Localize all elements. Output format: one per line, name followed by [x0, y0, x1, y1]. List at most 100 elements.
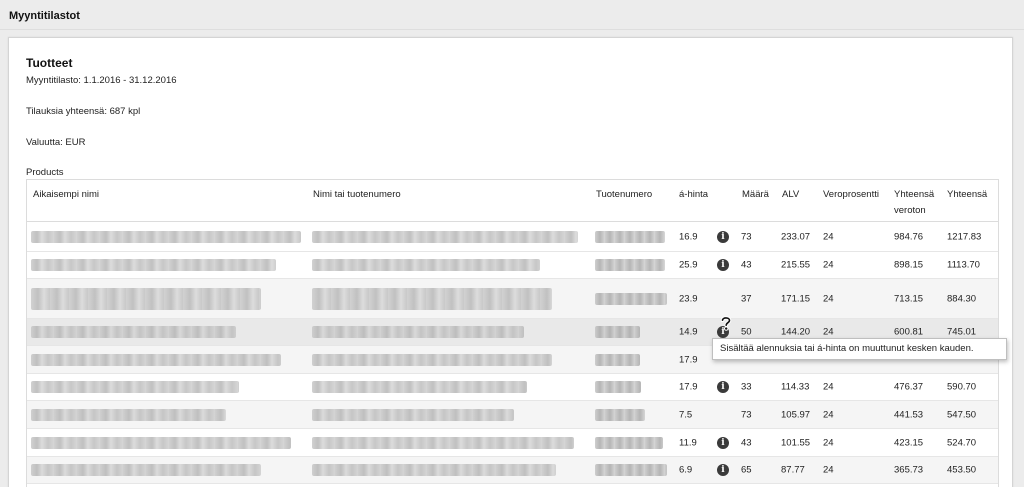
- quantity-cell: 73: [741, 409, 752, 420]
- help-cursor-icon: [720, 316, 732, 331]
- quantity-cell: 37: [741, 293, 752, 304]
- vat-percent-cell: 24: [823, 259, 834, 271]
- vat-amount-cell: 101.55: [781, 437, 811, 448]
- table-header: Aikaisempi nimi Nimi tai tuotenumero Tuo…: [27, 180, 998, 222]
- prev-name-redacted: [31, 436, 291, 449]
- col-total-excl[interactable]: Yhteensä veroton: [894, 187, 934, 219]
- name-redacted: [312, 353, 552, 366]
- total-cell: 590.70: [947, 381, 977, 393]
- vat-amount-cell: 87.77: [781, 464, 805, 476]
- product-number-redacted: [595, 436, 663, 449]
- unit-price-cell: 25.9: [679, 259, 698, 271]
- unit-price-cell: 17.9: [679, 354, 698, 365]
- products-table: Aikaisempi nimi Nimi tai tuotenumero Tuo…: [26, 179, 999, 487]
- vat-percent-cell: 24: [823, 409, 834, 420]
- tooltip: Sisältää alennuksia tai á-hinta on muutt…: [712, 338, 1007, 360]
- unit-price-cell: 23.9: [679, 293, 698, 304]
- info-icon[interactable]: i: [717, 381, 729, 393]
- total-excl-cell: 898.15: [894, 259, 924, 271]
- info-icon[interactable]: i: [717, 464, 729, 476]
- product-number-redacted: [595, 230, 665, 243]
- total-excl-cell: 984.76: [894, 231, 924, 242]
- vat-amount-cell: 171.15: [781, 293, 811, 304]
- name-redacted: [312, 326, 524, 338]
- quantity-cell: 43: [741, 437, 752, 448]
- col-unit-price[interactable]: á-hinta: [679, 187, 708, 203]
- vat-percent-cell: 24: [823, 231, 834, 242]
- table-row: 7.5 73 105.97 24 441.53 547.50: [27, 401, 998, 429]
- col-vat-percent[interactable]: Veroprosentti: [823, 187, 879, 203]
- quantity-cell: 73: [741, 231, 752, 242]
- table-row: 11.9 43 101.55 24 423.15 524.70 i: [27, 429, 998, 457]
- vat-percent-cell: 24: [823, 464, 834, 476]
- table-row: 16.9 73 233.07 24 984.76 1217.83 i: [27, 222, 998, 252]
- info-icon[interactable]: i: [717, 436, 729, 449]
- total-cell: 1217.83: [947, 231, 982, 242]
- prev-name-redacted: [31, 408, 226, 421]
- total-excl-cell: 476.37: [894, 381, 924, 393]
- vat-percent-cell: 24: [823, 381, 834, 393]
- name-redacted: [312, 381, 527, 393]
- col-vat[interactable]: ALV: [782, 187, 799, 203]
- name-redacted: [312, 436, 574, 449]
- prev-name-redacted: [31, 259, 276, 271]
- prev-name-redacted: [31, 353, 281, 366]
- col-total-excl-line2: veroton: [894, 205, 926, 216]
- name-redacted: [312, 408, 514, 421]
- product-number-redacted: [595, 381, 641, 393]
- prev-name-redacted: [31, 287, 261, 310]
- unit-price-cell: 16.9: [679, 231, 698, 242]
- vat-amount-cell: 105.97: [781, 409, 811, 420]
- vat-percent-cell: 24: [823, 293, 834, 304]
- table-row: 23.9 37 171.15 24 713.15 884.30: [27, 279, 998, 319]
- table-row: 25.9 43 215.55 24 898.15 1113.70 i: [27, 252, 998, 279]
- col-product-number[interactable]: Tuotenumero: [596, 187, 652, 203]
- vat-amount-cell: 233.07: [781, 231, 811, 242]
- vat-percent-cell: 24: [823, 326, 834, 338]
- total-excl-cell: 600.81: [894, 326, 924, 338]
- vat-amount-cell: 144.20: [781, 326, 811, 338]
- quantity-cell: 43: [741, 259, 752, 271]
- total-cell: 524.70: [947, 437, 977, 448]
- orders-total-text: Tilauksia yhteensä: 687 kpl: [26, 106, 141, 117]
- panel-title: Tuotteet: [26, 56, 73, 70]
- info-icon[interactable]: i: [717, 230, 729, 243]
- unit-price-cell: 17.9: [679, 381, 698, 393]
- window-title: Myyntitilastot: [9, 10, 80, 22]
- total-cell: 547.50: [947, 409, 977, 420]
- total-cell: 1113.70: [947, 259, 980, 271]
- currency-text: Valuutta: EUR: [26, 137, 86, 148]
- quantity-cell: 50: [741, 326, 752, 338]
- col-name[interactable]: Nimi tai tuotenumero: [313, 187, 401, 203]
- unit-price-cell: 6.9: [679, 464, 693, 476]
- col-total[interactable]: Yhteensä: [947, 187, 987, 203]
- name-redacted: [312, 287, 552, 310]
- total-excl-cell: 423.15: [894, 437, 924, 448]
- quantity-cell: 33: [741, 381, 752, 393]
- col-quantity[interactable]: Määrä: [742, 187, 769, 203]
- vat-percent-cell: 24: [823, 437, 834, 448]
- total-cell: 745.01: [947, 326, 977, 338]
- prev-name-redacted: [31, 230, 301, 243]
- total-excl-cell: 713.15: [894, 293, 924, 304]
- product-number-redacted: [595, 292, 667, 305]
- product-number-redacted: [595, 464, 667, 476]
- product-number-redacted: [595, 408, 645, 421]
- unit-price-cell: 14.9: [679, 326, 698, 338]
- total-cell: 453.50: [947, 464, 977, 476]
- vat-amount-cell: 215.55: [781, 259, 811, 271]
- info-icon[interactable]: i: [717, 259, 729, 271]
- period-text: Myyntitilasto: 1.1.2016 - 31.12.2016: [26, 75, 177, 86]
- table-row: 6.9 65 87.77 24 365.73 453.50 i: [27, 457, 998, 484]
- prev-name-redacted: [31, 464, 261, 476]
- col-total-excl-line1: Yhteensä: [894, 189, 935, 200]
- total-excl-cell: 365.73: [894, 464, 924, 476]
- col-prev-name[interactable]: Aikaisempi nimi: [33, 187, 99, 203]
- table-row: 17.9 33 114.33 24 476.37 590.70 i: [27, 374, 998, 401]
- product-number-redacted: [595, 259, 665, 271]
- name-redacted: [312, 259, 540, 271]
- prev-name-redacted: [31, 381, 239, 393]
- product-number-redacted: [595, 353, 640, 366]
- section-label: Products: [26, 167, 64, 178]
- window-titlebar: Myyntitilastot: [0, 0, 1024, 30]
